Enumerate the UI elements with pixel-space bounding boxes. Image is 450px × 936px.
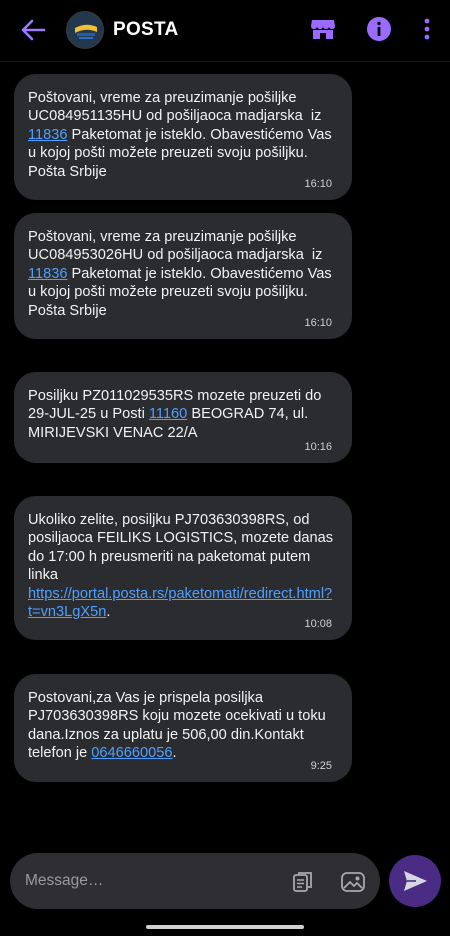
message-text-segment: Paketomat je isteklo. Obavestićemo Vas u… xyxy=(28,265,336,319)
message-link[interactable]: 11836 xyxy=(28,127,68,143)
message-input[interactable]: Message… xyxy=(10,853,380,909)
message-time: 9:25 xyxy=(310,760,332,772)
message-time: 16:10 xyxy=(304,317,332,329)
message-text: Postovani,za Vas je prispela posiljka PJ… xyxy=(28,689,338,763)
send-icon xyxy=(404,871,427,891)
message-bubble[interactable]: Posiljku PZ011029535RS mozete preuzeti d… xyxy=(14,372,352,463)
message-text-segment: Paketomat je isteklо. Obavestićemo Vas u… xyxy=(28,126,336,180)
message-text: Posiljku PZ011029535RS mozete preuzeti d… xyxy=(28,387,338,442)
gesture-handle xyxy=(146,925,304,929)
message-bubble[interactable]: Postovani,za Vas je prispela posiljka PJ… xyxy=(14,674,352,782)
message-link[interactable]: https://portal.posta.rs/paketomati/redir… xyxy=(28,586,332,620)
composer: Message… xyxy=(0,845,450,936)
gallery-icon[interactable] xyxy=(340,869,366,895)
message-time: 10:16 xyxy=(304,441,332,453)
message-text-segment: Poštovani, vreme za preuzimanje pošiljke… xyxy=(28,90,326,125)
conversation-title: POSTA xyxy=(113,19,179,40)
message-text-segment: Postovani,za Vas je prispela posiljka PJ… xyxy=(28,690,330,762)
store-icon[interactable] xyxy=(309,15,337,43)
message-placeholder: Message… xyxy=(25,872,104,889)
message-text: Poštovani, vreme za preuzimanje pošiljke… xyxy=(28,89,338,181)
app-bar: POSTA xyxy=(0,0,450,62)
message-bubble[interactable]: Poštovani, vreme za preuzimanje pošiljke… xyxy=(14,74,352,200)
arrow-back-icon[interactable] xyxy=(18,15,48,45)
message-bubble[interactable]: Ukoliko zelite, posiljku PJ703630398RS, … xyxy=(14,496,352,640)
more-vert-icon[interactable] xyxy=(417,15,437,43)
message-link[interactable]: 11836 xyxy=(28,266,68,282)
message-time: 16:10 xyxy=(304,178,332,190)
avatar[interactable] xyxy=(66,11,104,49)
message-text-segment: Ukoliko zelite, posiljku PJ703630398RS, … xyxy=(28,512,338,584)
message-time: 10:08 xyxy=(304,618,332,630)
message-text-segment: Poštovani, vreme za preuzimanje pošiljke… xyxy=(28,229,327,264)
templates-icon[interactable] xyxy=(290,869,316,895)
message-text-segment: . xyxy=(106,604,111,621)
message-link[interactable]: 0646660056 xyxy=(91,745,172,761)
message-text-segment: . xyxy=(172,745,177,762)
info-icon[interactable] xyxy=(366,16,392,42)
message-link[interactable]: 11160 xyxy=(149,406,187,422)
message-text: Ukoliko zelite, posiljku PJ703630398RS, … xyxy=(28,511,338,621)
message-list[interactable]: Poštovani, vreme za preuzimanje pošiljke… xyxy=(0,62,450,845)
message-bubble[interactable]: Poštovani, vreme za preuzimanje pošiljke… xyxy=(14,213,352,339)
send-button[interactable] xyxy=(389,855,441,907)
posta-logo xyxy=(75,24,97,39)
message-text: Poštovani, vreme za preuzimanje pošiljke… xyxy=(28,228,338,320)
